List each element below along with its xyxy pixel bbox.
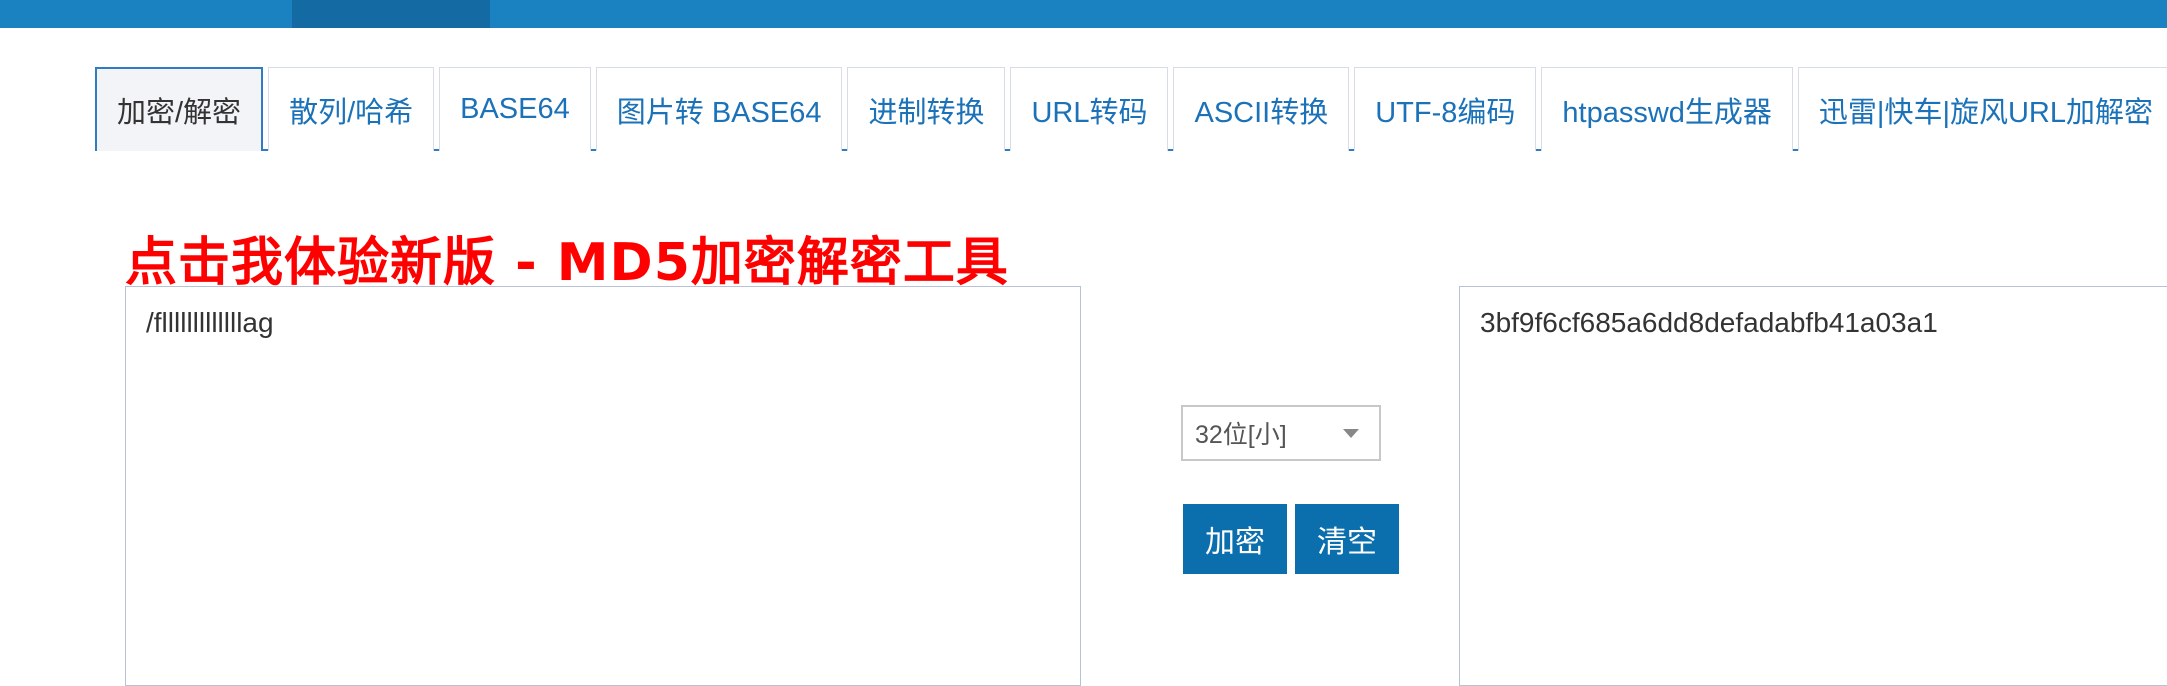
top-nav-active-item[interactable] [292, 0, 490, 28]
tab-base-conversion[interactable]: 进制转换 [847, 67, 1006, 151]
hash-length-select[interactable]: 32位[小] [1181, 405, 1381, 461]
tab-thunder-url[interactable]: 迅雷|快车|旋风URL加解密 [1797, 67, 2167, 151]
tab-htpasswd[interactable]: htpasswd生成器 [1541, 67, 1793, 151]
encrypt-button[interactable]: 加密 [1183, 504, 1287, 574]
tab-utf8[interactable]: UTF-8编码 [1354, 67, 1537, 151]
tab-ascii[interactable]: ASCII转换 [1173, 67, 1350, 151]
top-navigation-bar [0, 0, 2167, 28]
tab-url-encode[interactable]: URL转码 [1010, 67, 1169, 151]
tab-encrypt-decrypt[interactable]: 加密/解密 [95, 67, 264, 151]
tab-hash[interactable]: 散列/哈希 [268, 67, 435, 151]
clear-button[interactable]: 清空 [1295, 504, 1399, 574]
tool-tabs: 加密/解密 散列/哈希 BASE64 图片转 BASE64 进制转换 URL转码… [95, 67, 2167, 151]
tab-image-to-base64[interactable]: 图片转 BASE64 [595, 67, 843, 151]
hash-output[interactable]: 3bf9f6cf685a6dd8defadabfb41a03a1 [1459, 286, 2167, 686]
new-version-link[interactable]: 点击我体验新版 - MD5加密解密工具 [125, 220, 1009, 295]
plaintext-input[interactable]: /flllllllllllllag [125, 286, 1081, 686]
chevron-down-icon [1343, 429, 1359, 438]
tab-base64[interactable]: BASE64 [439, 67, 591, 151]
hash-length-value: 32位[小] [1195, 421, 1287, 449]
